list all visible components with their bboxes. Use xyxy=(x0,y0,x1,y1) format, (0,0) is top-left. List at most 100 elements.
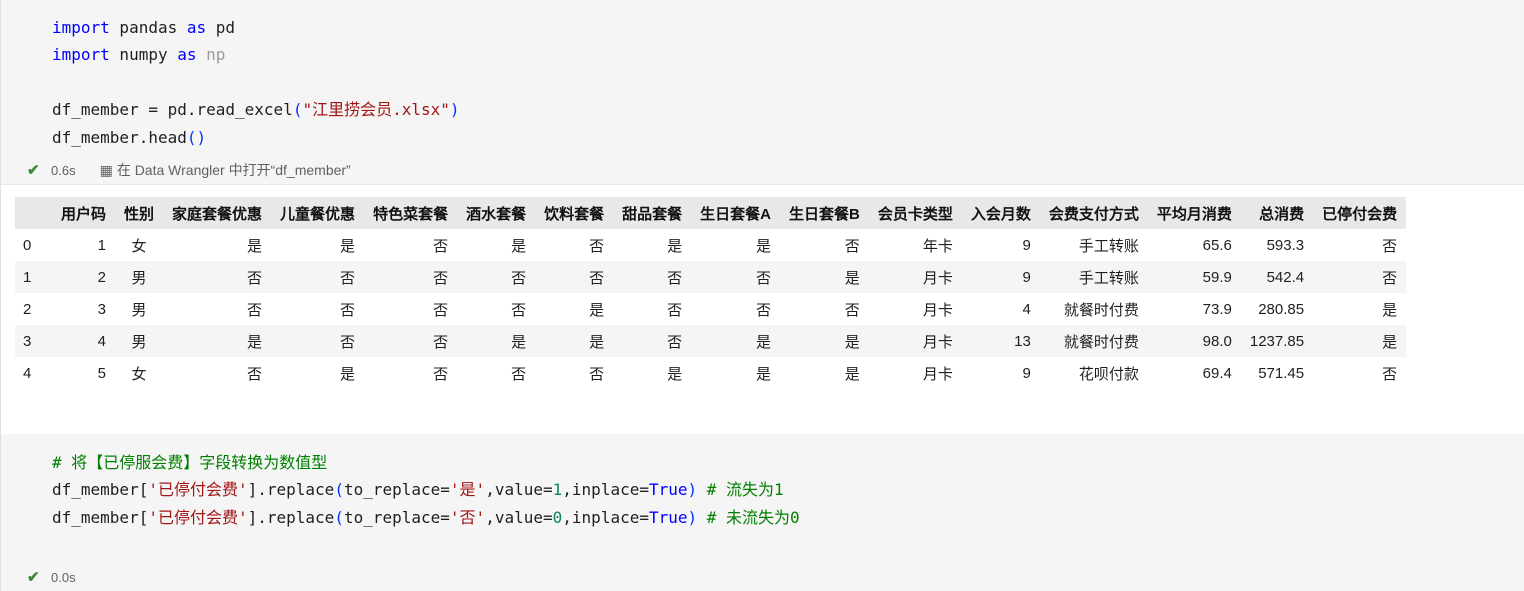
table-icon: ▦ xyxy=(99,161,113,178)
table-cell: 男 xyxy=(115,261,164,293)
table-cell: 1237.85 xyxy=(1240,325,1314,357)
table-cell: 月卡 xyxy=(868,325,962,357)
column-header: 生日套餐B xyxy=(779,197,869,229)
table-cell: 13 xyxy=(961,325,1040,357)
column-header: 生日套餐A xyxy=(691,197,780,229)
table-cell: 69.4 xyxy=(1202,364,1232,382)
table-cell: 否 xyxy=(457,261,536,293)
table-cell: 否 xyxy=(247,365,263,383)
table-cell: 是 xyxy=(691,325,780,357)
column-header xyxy=(15,197,52,229)
table-cell: 女 xyxy=(131,365,147,383)
table-cell: 花呗付款 xyxy=(1078,365,1139,383)
cell-status-2: ✔ 0.0s xyxy=(27,568,76,586)
table-cell: 否 xyxy=(511,301,527,319)
column-header: 用户码 xyxy=(52,197,116,229)
table-cell: 就餐时付费 xyxy=(1039,325,1148,357)
table-cell: 是 xyxy=(844,365,860,383)
table-cell: 男 xyxy=(115,325,164,357)
dataframe-table: 用户码 性别 家庭套餐优惠 儿童餐优惠 特色菜套餐 酒水套餐 饮料套餐 甜品套餐… xyxy=(15,197,1407,389)
cell-status-1: ✔ 0.6s ▦ 在 Data Wrangler 中打开“df_member” xyxy=(27,160,351,180)
table-cell: 是 xyxy=(755,365,771,383)
table-cell: 是 xyxy=(340,237,356,255)
table-cell: 1 xyxy=(97,236,107,254)
code-line: df_member['已停付会费'].replace(to_replace='否… xyxy=(52,507,800,527)
table-cell: 是 xyxy=(1313,325,1407,357)
table-cell: 男 xyxy=(131,301,147,319)
data-wrangler-label: 在 Data Wrangler 中打开“df_member” xyxy=(116,162,351,178)
table-cell: 9 xyxy=(1022,364,1031,382)
table-cell: 否 xyxy=(589,365,605,383)
table-cell: 5 xyxy=(97,364,107,382)
table-cell: 否 xyxy=(844,237,860,255)
table-cell: 98.0 xyxy=(1147,325,1241,357)
table-row: 1 2 男否否否否否否否是月卡 9 手工转账 59.9 542.4 否 xyxy=(15,261,1407,293)
table-cell: 否 xyxy=(844,301,860,319)
table-cell: 是 xyxy=(340,365,356,383)
code-line: import numpy as np xyxy=(52,45,226,65)
row-index: 1 xyxy=(15,261,52,293)
table-cell: 3 xyxy=(97,300,107,318)
table-cell: 否 xyxy=(691,261,780,293)
column-header: 已停付会费 xyxy=(1313,197,1407,229)
table-cell: 否 xyxy=(1382,237,1398,255)
table-cell: 就餐时付费 xyxy=(1063,301,1139,319)
column-header: 家庭套餐优惠 xyxy=(163,197,272,229)
table-cell: 571.45 xyxy=(1258,364,1305,382)
table-cell: 是 xyxy=(779,261,869,293)
table-cell: 是 xyxy=(535,325,614,357)
code-cell-2[interactable]: # 将【已停服会费】字段转换为数值型 df_member['已停付会费'].re… xyxy=(0,434,1524,591)
table-cell: 是 xyxy=(457,325,536,357)
table-cell: 年卡 xyxy=(922,237,953,255)
column-header: 酒水套餐 xyxy=(457,197,536,229)
table-cell: 9 xyxy=(1022,236,1031,254)
table-cell: 月卡 xyxy=(868,261,962,293)
table-cell: 是 xyxy=(667,365,683,383)
code-line: df_member.head() xyxy=(52,127,207,147)
table-cell: 否 xyxy=(433,365,449,383)
table-cell: 是 xyxy=(163,325,272,357)
table-cell: 4 xyxy=(52,325,116,357)
table-cell: 否 xyxy=(1382,365,1398,383)
table-cell: 是 xyxy=(589,301,605,319)
table-cell: 否 xyxy=(364,261,458,293)
code-line: df_member = pd.read_excel("江里捞会员.xlsx") xyxy=(52,100,460,120)
code-line: import pandas as pd xyxy=(52,18,236,37)
row-index: 2 xyxy=(23,300,32,318)
table-cell: 否 xyxy=(271,261,365,293)
table-cell: 是 xyxy=(1382,301,1398,319)
table-cell: 542.4 xyxy=(1240,261,1314,293)
column-header: 会员卡类型 xyxy=(868,197,962,229)
table-cell: 280.85 xyxy=(1258,300,1305,318)
table-cell: 9 xyxy=(961,261,1040,293)
table-cell: 否 xyxy=(247,301,263,319)
column-header: 饮料套餐 xyxy=(535,197,614,229)
table-cell: 否 xyxy=(511,365,527,383)
check-icon: ✔ xyxy=(27,162,40,179)
table-cell: 否 xyxy=(433,237,449,255)
table-cell: 65.6 xyxy=(1202,236,1232,254)
column-header: 儿童餐优惠 xyxy=(271,197,365,229)
table-cell: 否 xyxy=(271,325,365,357)
row-index: 4 xyxy=(23,364,32,382)
exec-time: 0.6s xyxy=(51,162,76,178)
table-cell: 是 xyxy=(667,237,683,255)
table-cell: 是 xyxy=(247,237,263,255)
check-icon: ✔ xyxy=(27,569,40,586)
table-cell: 4 xyxy=(1022,300,1031,318)
code-editor-2[interactable]: # 将【已停服会费】字段转换为数值型 df_member['已停付会费'].re… xyxy=(52,449,800,531)
table-cell: 否 xyxy=(364,325,458,357)
table-cell: 是 xyxy=(779,325,869,357)
table-cell: 女 xyxy=(131,237,147,255)
column-header: 会费支付方式 xyxy=(1039,197,1148,229)
row-index: 0 xyxy=(23,236,32,254)
table-cell: 否 xyxy=(755,301,771,319)
code-editor-1[interactable]: import pandas as pd import numpy as np d… xyxy=(52,14,460,151)
table-cell: 否 xyxy=(340,301,356,319)
column-header: 特色菜套餐 xyxy=(364,197,458,229)
code-cell-1[interactable]: import pandas as pd import numpy as np d… xyxy=(0,0,1524,184)
table-row: 3 4 男是否否是是否是是月卡 13 就餐时付费 98.0 1237.85 是 xyxy=(15,325,1407,357)
table-cell: 月卡 xyxy=(922,301,953,319)
code-comment: # 将【已停服会费】字段转换为数值型 xyxy=(52,453,328,472)
data-wrangler-link[interactable]: ▦ 在 Data Wrangler 中打开“df_member” xyxy=(100,160,351,180)
